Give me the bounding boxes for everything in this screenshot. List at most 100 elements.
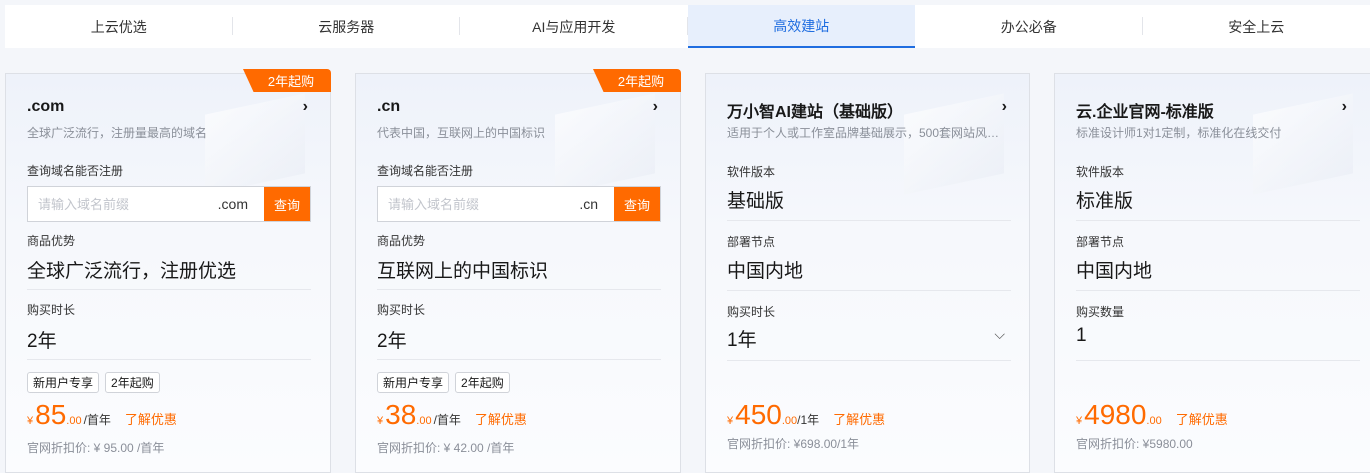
price-decimal: .00: [66, 415, 81, 427]
chevron-right-icon[interactable]: ›: [1342, 98, 1347, 116]
card-subtitle: 标准设计师1对1定制，标准化在线交付: [1076, 124, 1360, 141]
tag-list: 新用户专享 2年起购: [27, 372, 160, 393]
product-card-com: 2年起购 .com › 全球广泛流行，注册量最高的域名 查询域名能否注册 .co…: [5, 73, 331, 473]
decorative-graphic: [205, 93, 305, 194]
divider: [727, 290, 1011, 291]
duration-label: 购买时长: [27, 301, 75, 318]
chevron-right-icon[interactable]: ›: [1002, 98, 1007, 116]
tag: 新用户专享: [27, 372, 99, 393]
currency: ¥: [1076, 415, 1082, 427]
divider: [27, 289, 311, 290]
version-value: 基础版: [727, 186, 784, 213]
duration-label: 购买时长: [377, 301, 425, 318]
quantity-value[interactable]: 1: [1076, 325, 1087, 347]
price-unit: /1年: [797, 411, 819, 428]
currency: ¥: [377, 415, 383, 427]
divider: [377, 359, 661, 360]
duration-value: 2年: [27, 326, 57, 353]
price-integer: 85: [35, 399, 66, 431]
price: ¥450.00/1年了解优惠: [727, 399, 885, 431]
price: ¥38.00/首年了解优惠: [377, 399, 527, 431]
original-price: 官网折扣价: ¥698.00/1年: [727, 435, 859, 452]
divider: [1076, 290, 1360, 291]
tag: 新用户专享: [377, 372, 449, 393]
version-label: 软件版本: [1076, 163, 1124, 180]
price-decimal: .00: [782, 415, 797, 427]
query-button[interactable]: 查询: [264, 187, 310, 221]
tab-security[interactable]: 安全上云: [1143, 5, 1370, 48]
learn-discount-link[interactable]: 了解优惠: [475, 409, 527, 428]
learn-discount-link[interactable]: 了解优惠: [125, 409, 177, 428]
price-integer: 450: [735, 399, 782, 431]
original-price: 官网折扣价: ¥ 95.00 /首年: [27, 439, 164, 456]
price-decimal: .00: [416, 415, 431, 427]
card-subtitle: 代表中国，互联网上的中国标识: [377, 124, 661, 141]
domain-prefix-input[interactable]: [378, 187, 579, 221]
region-value: 中国内地: [727, 256, 803, 283]
divider: [1076, 220, 1360, 221]
category-tabs: 上云优选 云服务器 AI与应用开发 高效建站 办公必备 安全上云: [5, 5, 1370, 48]
promo-badge: 2年起购: [593, 69, 681, 92]
promo-badge: 2年起购: [243, 69, 331, 92]
domain-search-box: .cn 查询: [377, 186, 661, 222]
query-button[interactable]: 查询: [614, 187, 660, 221]
tag: 2年起购: [105, 372, 160, 393]
divider: [27, 359, 311, 360]
region-value: 中国内地: [1076, 256, 1152, 283]
advantage-label: 商品优势: [377, 232, 425, 249]
card-title[interactable]: .com: [27, 98, 64, 116]
divider: [377, 289, 661, 290]
price-integer: 4980: [1084, 399, 1146, 431]
domain-prefix-input[interactable]: [28, 187, 218, 221]
version-value: 标准版: [1076, 186, 1133, 213]
query-label: 查询域名能否注册: [377, 162, 473, 179]
price: ¥4980.00 了解优惠: [1076, 399, 1228, 431]
divider: [727, 220, 1011, 221]
product-card-ai-site: 万小智AI建站（基础版） › 适用于个人或工作室品牌基础展示，500套网站风格模…: [705, 73, 1030, 473]
card-title[interactable]: 云.企业官网-标准版: [1076, 98, 1214, 122]
tab-cloud-servers[interactable]: 云服务器: [233, 5, 461, 48]
domain-suffix: .cn: [579, 187, 614, 221]
duration-label: 购买时长: [727, 303, 775, 320]
card-subtitle: 全球广泛流行，注册量最高的域名: [27, 124, 311, 141]
learn-discount-link[interactable]: 了解优惠: [833, 409, 885, 428]
version-label: 软件版本: [727, 163, 775, 180]
divider: [727, 360, 1011, 361]
price-unit: /首年: [434, 411, 461, 428]
original-price: 官网折扣价: ¥ 42.00 /首年: [377, 439, 514, 456]
region-label: 部署节点: [727, 233, 775, 250]
chevron-right-icon[interactable]: ›: [303, 98, 308, 116]
chevron-right-icon[interactable]: ›: [653, 98, 658, 116]
original-price: 官网折扣价: ¥5980.00: [1076, 435, 1193, 452]
region-label: 部署节点: [1076, 233, 1124, 250]
quantity-label: 购买数量: [1076, 303, 1124, 320]
tab-ai-dev[interactable]: AI与应用开发: [460, 5, 688, 48]
decorative-graphic: [1253, 93, 1353, 194]
learn-discount-link[interactable]: 了解优惠: [1176, 409, 1228, 428]
card-title[interactable]: .cn: [377, 98, 400, 116]
decorative-graphic: [904, 93, 1004, 194]
decorative-graphic: [555, 93, 655, 194]
advantage-value: 全球广泛流行，注册优选: [27, 256, 236, 283]
chevron-down-icon[interactable]: ⌵: [994, 326, 1005, 343]
divider: [1076, 360, 1360, 361]
price-decimal: .00: [1146, 415, 1161, 427]
product-card-cn: 2年起购 .cn › 代表中国，互联网上的中国标识 查询域名能否注册 .cn 查…: [355, 73, 681, 473]
query-label: 查询域名能否注册: [27, 162, 123, 179]
duration-select[interactable]: 1年: [727, 325, 757, 352]
domain-search-box: .com 查询: [27, 186, 311, 222]
domain-suffix: .com: [218, 187, 264, 221]
price-unit: /首年: [84, 411, 111, 428]
tag: 2年起购: [455, 372, 510, 393]
price-integer: 38: [385, 399, 416, 431]
tab-website-building[interactable]: 高效建站: [688, 5, 916, 48]
currency: ¥: [727, 415, 733, 427]
card-subtitle: 适用于个人或工作室品牌基础展示，500套网站风格模板: [727, 124, 1011, 141]
tab-office[interactable]: 办公必备: [915, 5, 1143, 48]
product-card-enterprise-site: 云.企业官网-标准版 › 标准设计师1对1定制，标准化在线交付 软件版本 标准版…: [1054, 73, 1370, 473]
tab-cloud-picks[interactable]: 上云优选: [5, 5, 233, 48]
card-title[interactable]: 万小智AI建站（基础版）: [727, 98, 903, 122]
duration-value: 2年: [377, 326, 407, 353]
price: ¥85.00/首年了解优惠: [27, 399, 177, 431]
advantage-label: 商品优势: [27, 232, 75, 249]
